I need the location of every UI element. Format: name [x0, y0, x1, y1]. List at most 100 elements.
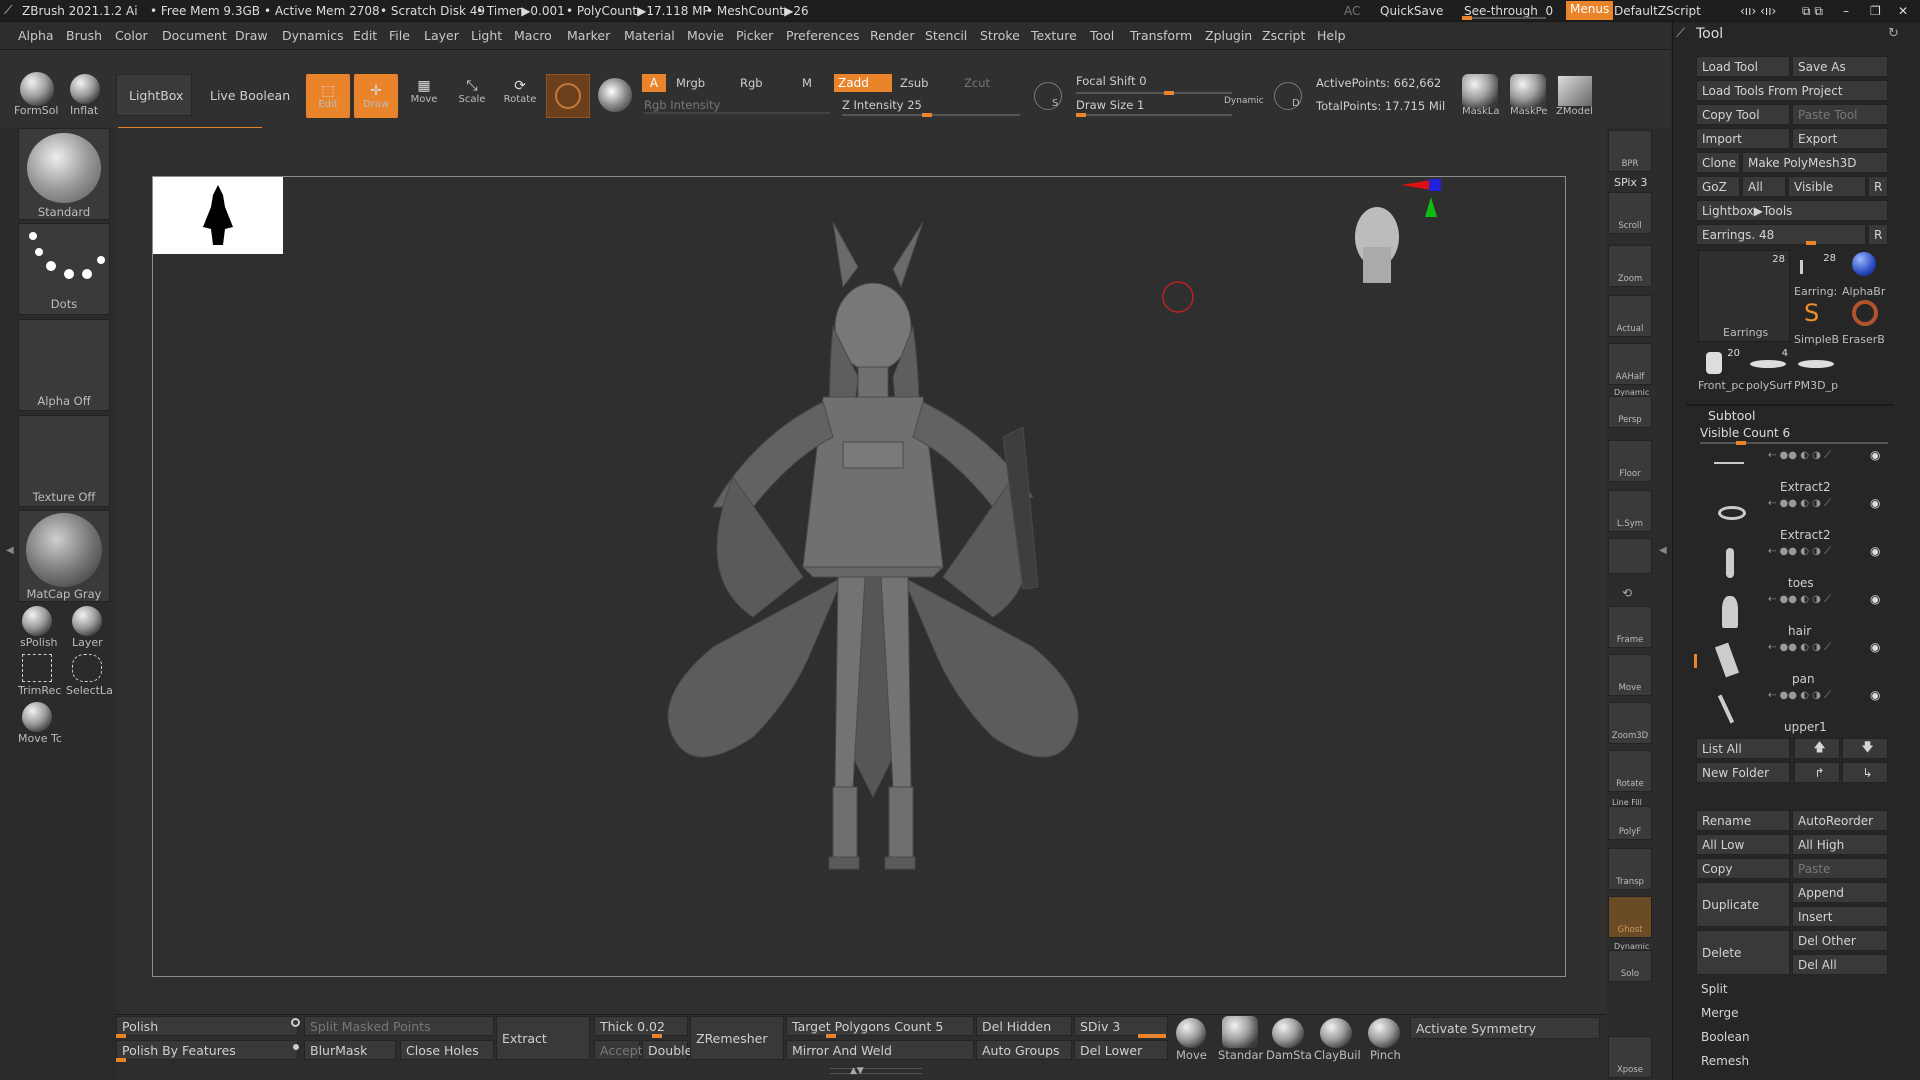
- m-toggle[interactable]: M: [802, 76, 812, 90]
- subtool-row[interactable]: ⇠ ●● ◐ ◑ ⟋ ◉ hair: [1700, 592, 1920, 640]
- menu-layer[interactable]: Layer: [424, 28, 459, 43]
- split-masked-points-button[interactable]: Split Masked Points: [304, 1016, 494, 1036]
- target-polygons-slider[interactable]: Target Polygons Count 5: [786, 1016, 974, 1036]
- focal-shift-slider[interactable]: Focal Shift 0: [1076, 74, 1147, 88]
- menu-alpha[interactable]: Alpha: [18, 28, 54, 43]
- new-folder-button[interactable]: New Folder: [1696, 762, 1790, 783]
- live-boolean-button[interactable]: Live Boolean: [204, 74, 290, 116]
- z-intensity-knob[interactable]: [922, 113, 932, 117]
- menu-transform[interactable]: Transform: [1130, 28, 1192, 43]
- load-tools-from-project-button[interactable]: Load Tools From Project: [1696, 80, 1888, 101]
- color-picker-icon[interactable]: [598, 78, 632, 112]
- thick-slider[interactable]: Thick 0.02: [594, 1016, 688, 1036]
- pinch-brush-icon[interactable]: [1368, 1018, 1400, 1048]
- subtool-eye-icon[interactable]: ◉: [1870, 496, 1880, 510]
- rotate-axis-icon[interactable]: ⟲: [1622, 586, 1632, 600]
- edit-mode-button[interactable]: ⬚ Edit: [306, 74, 350, 118]
- claybuildup-brush-icon[interactable]: [1320, 1018, 1352, 1048]
- paste-tool-button[interactable]: Paste Tool: [1792, 104, 1888, 125]
- goz-visible-button[interactable]: Visible: [1788, 176, 1866, 197]
- earrings-slider[interactable]: Earrings. 48: [1696, 224, 1866, 245]
- bottom-collapse-arrow-icon[interactable]: ▲▼: [850, 1066, 864, 1076]
- xpose-button[interactable]: Xpose: [1608, 1036, 1652, 1078]
- auto-groups-button[interactable]: Auto Groups: [976, 1040, 1072, 1060]
- autoreorder-button[interactable]: AutoReorder: [1792, 810, 1888, 831]
- lightbox-button[interactable]: LightBox: [116, 74, 192, 116]
- earrings-slider-knob[interactable]: [1806, 241, 1816, 245]
- copy-tool-button[interactable]: Copy Tool: [1696, 104, 1790, 125]
- polish-slider[interactable]: Polish: [116, 1016, 298, 1036]
- zmodeler-brush-icon[interactable]: [1558, 76, 1592, 106]
- dynamic-toggle[interactable]: Dynamic: [1224, 96, 1264, 106]
- ai-menu[interactable]: Ai: [126, 4, 138, 18]
- menu-brush[interactable]: Brush: [66, 28, 102, 43]
- menu-stroke[interactable]: Stroke: [980, 28, 1020, 43]
- tool-thumb-front[interactable]: 20 Front_pc: [1698, 346, 1744, 392]
- goz-all-button[interactable]: All: [1742, 176, 1786, 197]
- del-all-button[interactable]: Del All: [1792, 954, 1888, 975]
- visible-count-knob[interactable]: [1736, 441, 1746, 445]
- draw-mode-button[interactable]: ✛ Draw: [354, 74, 398, 118]
- layout-arrows-icon[interactable]: ‹ıı› ‹ıı›: [1740, 4, 1776, 18]
- subtool-toggles-icon[interactable]: ⇠ ●● ◐ ◑ ⟋: [1768, 690, 1831, 701]
- export-button[interactable]: Export: [1792, 128, 1888, 149]
- move-up-icon[interactable]: 🡅: [1794, 738, 1840, 759]
- texture-slot[interactable]: Texture Off: [18, 415, 110, 507]
- zadd-toggle[interactable]: Zadd: [834, 74, 892, 92]
- window-layout-icon[interactable]: ⧉ ⧉: [1802, 4, 1823, 19]
- zsub-toggle[interactable]: Zsub: [900, 76, 928, 90]
- goz-button[interactable]: GoZ: [1696, 176, 1740, 197]
- spolish-brush-icon[interactable]: [22, 606, 52, 636]
- scroll-button[interactable]: Scroll: [1608, 192, 1652, 234]
- boolean-section[interactable]: Boolean: [1696, 1026, 1888, 1047]
- menu-file[interactable]: File: [389, 28, 410, 43]
- menu-material[interactable]: Material: [624, 28, 675, 43]
- polish-features-radio-icon[interactable]: [293, 1044, 299, 1050]
- append-button[interactable]: Append: [1792, 882, 1888, 903]
- polish-by-features-slider[interactable]: Polish By Features: [116, 1040, 298, 1060]
- a-toggle[interactable]: A: [642, 74, 666, 92]
- move-brush-icon[interactable]: [1176, 1018, 1206, 1048]
- selectlasso-brush-icon[interactable]: [72, 654, 102, 682]
- folder-arrow-down-icon[interactable]: ↳: [1842, 762, 1888, 783]
- z-intensity-slider[interactable]: Z Intensity 25: [842, 98, 922, 112]
- rotate-mode-button[interactable]: ⟳ Rotate: [498, 78, 542, 118]
- persp-button[interactable]: Persp: [1608, 396, 1652, 428]
- merge-section[interactable]: Merge: [1696, 1002, 1888, 1023]
- menu-stencil[interactable]: Stencil: [925, 28, 967, 43]
- tool-thumb-polysurf[interactable]: 4 polySurf: [1746, 346, 1792, 392]
- damstandard-brush-icon[interactable]: [1272, 1018, 1304, 1048]
- subtool-header[interactable]: Subtool: [1708, 408, 1755, 423]
- remesh-section[interactable]: Remesh: [1696, 1050, 1888, 1071]
- draw-size-knob[interactable]: [1076, 113, 1086, 117]
- list-all-button[interactable]: List All: [1696, 738, 1790, 759]
- del-hidden-button[interactable]: Del Hidden: [976, 1016, 1072, 1036]
- trimrect-brush-icon[interactable]: [22, 654, 52, 682]
- menu-preferences[interactable]: Preferences: [786, 28, 860, 43]
- extract-button[interactable]: Extract: [496, 1016, 590, 1060]
- solo-button[interactable]: Solo: [1608, 950, 1652, 982]
- import-button[interactable]: Import: [1696, 128, 1790, 149]
- menu-movie[interactable]: Movie: [687, 28, 724, 43]
- clone-button[interactable]: Clone: [1696, 152, 1740, 173]
- frame-button[interactable]: Frame: [1608, 606, 1652, 648]
- masklasso-brush-icon[interactable]: [1462, 74, 1498, 108]
- paste-subtool-button[interactable]: Paste: [1792, 858, 1888, 879]
- menu-picker[interactable]: Picker: [736, 28, 773, 43]
- quicksave-button[interactable]: QuickSave: [1380, 4, 1443, 18]
- accept-button[interactable]: Accept: [594, 1040, 643, 1060]
- menu-texture[interactable]: Texture: [1031, 28, 1077, 43]
- menu-tool[interactable]: Tool: [1090, 28, 1114, 43]
- goz-r-button[interactable]: R: [1868, 176, 1888, 197]
- rgb-intensity-slider[interactable]: Rgb Intensity: [644, 98, 720, 112]
- spix-slider[interactable]: SPix 3: [1614, 176, 1647, 189]
- subtool-eye-icon[interactable]: ◉: [1870, 688, 1880, 702]
- insert-button[interactable]: Insert: [1792, 906, 1888, 927]
- menu-help[interactable]: Help: [1317, 28, 1346, 43]
- earrings-r-button[interactable]: R: [1868, 224, 1888, 245]
- delete-button[interactable]: Delete: [1696, 930, 1790, 975]
- current-tool-thumbnail[interactable]: 28 Earrings: [1698, 250, 1790, 342]
- subtool-row[interactable]: ⇠ ●● ◐ ◑ ⟋ ◉ pan: [1694, 640, 1920, 688]
- bottom-collapse-handle[interactable]: [830, 1068, 922, 1074]
- subtool-toggles-icon[interactable]: ⇠ ●● ◐ ◑ ⟋: [1768, 450, 1831, 461]
